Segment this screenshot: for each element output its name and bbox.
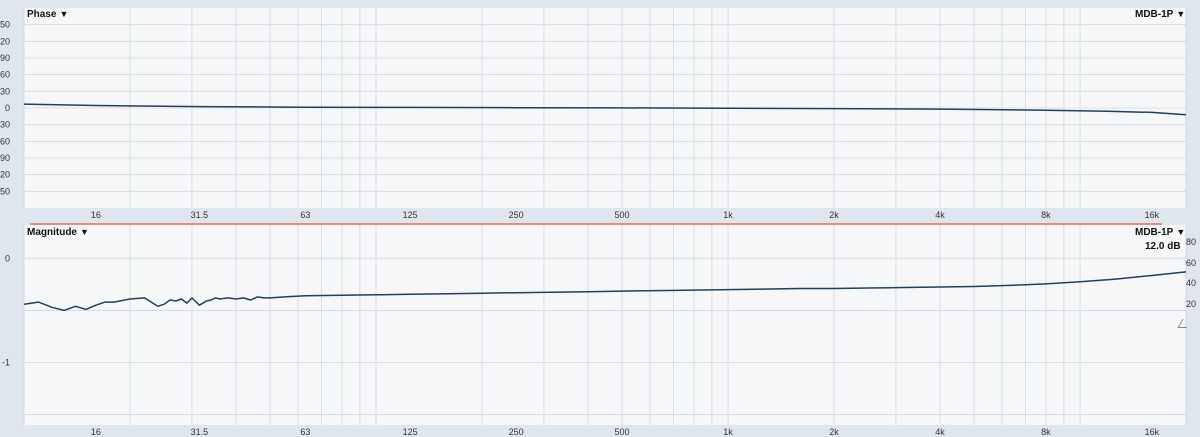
- x-tick-label: 1k: [723, 210, 733, 220]
- x-tick-label: 16k: [1145, 210, 1160, 220]
- phase-device-label: MDB-1P: [1135, 9, 1174, 20]
- y-tick-label: -30: [0, 120, 10, 130]
- phase-device-dropdown[interactable]: MDB-1P ▼: [1135, 9, 1185, 20]
- y-tick-label: 0: [5, 253, 10, 263]
- magnitude-title-dropdown[interactable]: Magnitude ▼: [27, 227, 89, 238]
- y-tick-label: 90: [0, 53, 10, 63]
- x-tick-label: 31.5: [191, 427, 209, 437]
- y-tick-label: 60: [0, 70, 10, 80]
- x-tick-label: 250: [509, 427, 524, 437]
- x-tick-label: 4k: [935, 210, 945, 220]
- x-tick-label: 63: [300, 210, 310, 220]
- chevron-down-icon: ▼: [59, 9, 69, 19]
- phase-panel: 150 120 90 60 30 0 -30 -60 -90 -120 -150 16 31.5 63 12…: [0, 0, 1200, 225]
- x-tick-label: 4k: [935, 427, 945, 437]
- x-tick-label: 31.5: [191, 210, 209, 220]
- x-tick-label: 2k: [829, 427, 839, 437]
- level-readout: 12.0 dB: [1145, 241, 1181, 252]
- plot-area: [24, 225, 1186, 425]
- y-tick-label: 0: [5, 103, 10, 113]
- y-tick-label: -60: [0, 136, 10, 146]
- x-tick-label: 1k: [723, 427, 733, 437]
- right-tick-label: 60: [1186, 258, 1196, 268]
- y-tick-label: -120: [0, 170, 10, 180]
- y-tick-label: 120: [0, 36, 10, 46]
- x-tick-label: 16: [91, 210, 101, 220]
- x-tick-label: 500: [615, 427, 630, 437]
- y-tick-label: 30: [0, 86, 10, 96]
- magnitude-title: Magnitude: [27, 227, 77, 238]
- right-tick-label: 20: [1186, 299, 1196, 309]
- magnitude-panel: 0 -1 16 31.5 63 125 250 500 1k 2k 4k 8k 16k 80 60 40 20 …: [0, 225, 1200, 437]
- chevron-down-icon: ▼: [1176, 9, 1186, 19]
- magnitude-chart[interactable]: 0 -1 16 31.5 63 125 250 500 1k 2k 4k 8k 16k 80 60 40 20: [0, 225, 1200, 437]
- x-tick-label: 16k: [1145, 427, 1160, 437]
- y-tick-label: 150: [0, 20, 10, 30]
- right-tick-label: 80: [1186, 237, 1196, 247]
- phase-chart[interactable]: 150 120 90 60 30 0 -30 -60 -90 -120 -150 16 31.5 63 12…: [0, 0, 1200, 225]
- x-tick-label: 125: [403, 427, 418, 437]
- x-tick-label: 125: [403, 210, 418, 220]
- right-tick-label: 40: [1186, 278, 1196, 288]
- magnitude-device-dropdown[interactable]: MDB-1P ▼: [1135, 227, 1185, 238]
- x-tick-label: 8k: [1041, 210, 1051, 220]
- chevron-down-icon: ▼: [1176, 227, 1186, 237]
- y-tick-label: -90: [0, 153, 10, 163]
- magnitude-device-label: MDB-1P: [1135, 227, 1174, 238]
- phase-title-dropdown[interactable]: Phase ▼: [27, 9, 68, 20]
- x-tick-label: 16: [91, 427, 101, 437]
- x-tick-label: 500: [615, 210, 630, 220]
- phase-title: Phase: [27, 9, 57, 20]
- x-tick-label: 8k: [1041, 427, 1051, 437]
- x-tick-label: 250: [509, 210, 524, 220]
- y-tick-label: -1: [2, 358, 10, 368]
- x-tick-label: 63: [300, 427, 310, 437]
- chevron-down-icon: ▼: [80, 227, 89, 237]
- x-tick-label: 2k: [829, 210, 839, 220]
- y-tick-label: -150: [0, 186, 10, 196]
